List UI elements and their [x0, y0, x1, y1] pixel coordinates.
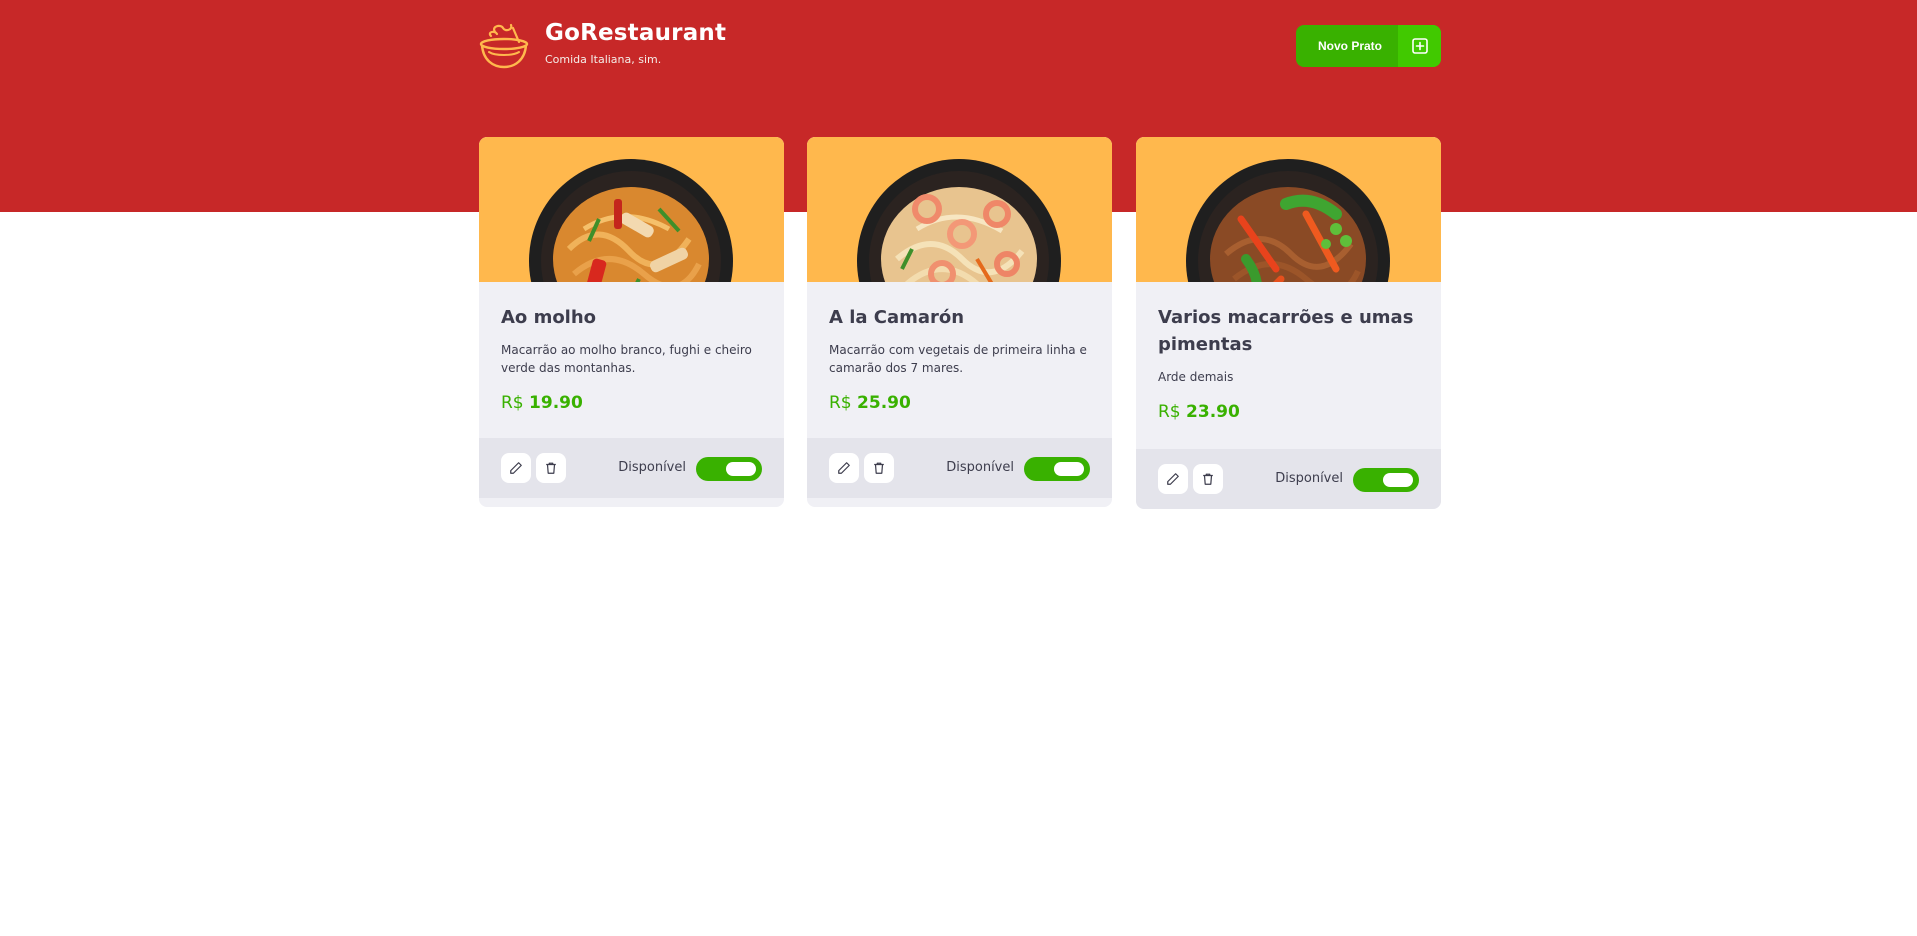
- edit-dish-button[interactable]: [501, 453, 531, 483]
- dish-price: R$ 19.90: [501, 393, 762, 413]
- availability-toggle[interactable]: [696, 457, 762, 481]
- new-dish-button[interactable]: Novo Prato: [1296, 25, 1441, 67]
- price-currency: R$: [501, 393, 524, 413]
- dish-image: [807, 137, 1112, 282]
- dish-name: Varios macarrões e umas pimentas: [1158, 307, 1414, 355]
- dish-actions: Disponível: [807, 438, 1112, 498]
- availability-label: Disponível: [618, 460, 686, 475]
- edit-dish-button[interactable]: [1158, 464, 1188, 494]
- price-value: 25.90: [857, 393, 911, 413]
- dish-actions: Disponível: [1136, 449, 1441, 509]
- plus-square-icon: [1398, 25, 1441, 67]
- dish-list: Ao molho Macarrão ao molho branco, fughi…: [479, 137, 1441, 509]
- delete-dish-button[interactable]: [864, 453, 894, 483]
- price-value: 19.90: [529, 393, 583, 413]
- pencil-icon: [1167, 473, 1179, 485]
- trash-icon: [874, 462, 884, 474]
- dish-name: Ao molho: [501, 307, 597, 328]
- dish-details: Ao molho Macarrão ao molho branco, fughi…: [479, 282, 784, 413]
- pencil-icon: [838, 462, 850, 474]
- app-header: GoRestaurant Comida Italiana, sim. Novo …: [479, 0, 1441, 92]
- dish-details: Varios macarrões e umas pimentas Arde de…: [1136, 282, 1441, 422]
- dish-description: Macarrão ao molho branco, fughi e cheiro…: [501, 343, 752, 375]
- dish-image: [479, 137, 784, 282]
- new-dish-button-label: Novo Prato: [1317, 39, 1382, 53]
- pencil-icon: [510, 462, 522, 474]
- trash-icon: [1203, 473, 1213, 485]
- price-currency: R$: [829, 393, 852, 413]
- dish-price: R$ 23.90: [1158, 402, 1419, 422]
- toggle-knob: [1383, 473, 1413, 487]
- toggle-knob: [726, 462, 756, 476]
- trash-icon: [546, 462, 556, 474]
- toggle-knob: [1054, 462, 1084, 476]
- bowl-logo-icon: [479, 23, 529, 69]
- dish-description: Arde demais: [1158, 370, 1234, 384]
- delete-dish-button[interactable]: [1193, 464, 1223, 494]
- dish-details: A la Camarón Macarrão com vegetais de pr…: [807, 282, 1112, 413]
- app-title: GoRestaurant: [545, 20, 727, 46]
- availability-label: Disponível: [946, 460, 1014, 475]
- price-currency: R$: [1158, 402, 1181, 422]
- app-subtitle: Comida Italiana, sim.: [545, 53, 662, 66]
- availability-toggle[interactable]: [1353, 468, 1419, 492]
- price-value: 23.90: [1186, 402, 1240, 422]
- dish-description: Macarrão com vegetais de primeira linha …: [829, 343, 1087, 375]
- dish-card: Ao molho Macarrão ao molho branco, fughi…: [479, 137, 784, 507]
- dish-name: A la Camarón: [829, 307, 965, 328]
- edit-dish-button[interactable]: [829, 453, 859, 483]
- dish-card: Varios macarrões e umas pimentas Arde de…: [1136, 137, 1441, 509]
- dish-actions: Disponível: [479, 438, 784, 498]
- pasta-bowl-image: [529, 159, 733, 282]
- pasta-bowl-image: [857, 159, 1061, 282]
- pasta-bowl-image: [1186, 159, 1390, 282]
- availability-toggle[interactable]: [1024, 457, 1090, 481]
- dish-image: [1136, 137, 1441, 282]
- dish-card: A la Camarón Macarrão com vegetais de pr…: [807, 137, 1112, 507]
- delete-dish-button[interactable]: [536, 453, 566, 483]
- availability-label: Disponível: [1275, 471, 1343, 486]
- dish-price: R$ 25.90: [829, 393, 1090, 413]
